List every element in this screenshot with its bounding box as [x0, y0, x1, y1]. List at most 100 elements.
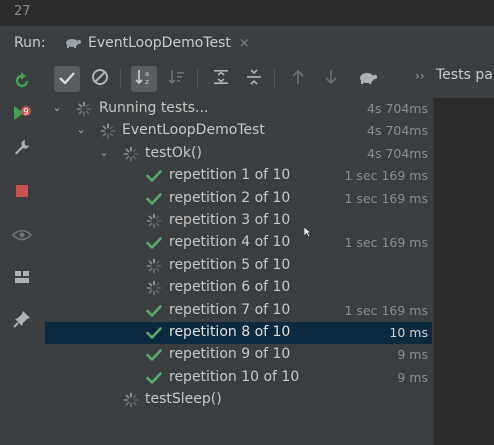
- tree-row-duration: 10 ms: [389, 325, 428, 340]
- tree-row-label: testOk(): [145, 144, 202, 161]
- toolbar-separator: [120, 69, 121, 89]
- turtle-icon: [358, 69, 378, 89]
- pin-icon[interactable]: [11, 308, 33, 330]
- check-icon: [145, 167, 163, 185]
- next-failed-button[interactable]: [318, 66, 344, 92]
- check-icon: [145, 369, 163, 387]
- tree-row-duration: 1 sec 169 ms: [344, 235, 429, 251]
- tree-row-label: repetition 7 of 10: [169, 301, 291, 318]
- stop-circle-icon: [91, 68, 109, 90]
- tree-row-label: repetition 10 of 10: [169, 368, 300, 385]
- top-strip: 27: [0, 0, 494, 26]
- collapse-all-button[interactable]: [241, 66, 267, 92]
- rerun-failed-icon[interactable]: 9: [11, 102, 33, 124]
- close-icon[interactable]: ×: [239, 36, 250, 51]
- tree-row-suite[interactable]: ⌄ EventLoopDemoTest 4s 704ms: [45, 120, 432, 142]
- spinner-icon: [122, 391, 140, 409]
- spinner-icon: [122, 145, 140, 163]
- tree-row-running-tests[interactable]: ⌄ Running tests... 4s 704ms: [45, 98, 432, 120]
- tree-row-duration: 1 sec 169 ms: [344, 190, 429, 206]
- chevron-down-icon[interactable]: ⌄: [75, 123, 87, 137]
- show-ignored-button[interactable]: [87, 66, 113, 92]
- sort-duration-icon: [168, 68, 186, 90]
- svg-text:9: 9: [23, 108, 29, 118]
- toolbar-separator: [197, 69, 198, 89]
- run-label: Run:: [14, 35, 46, 51]
- expand-all-button[interactable]: [208, 66, 234, 92]
- wrench-icon[interactable]: [11, 136, 33, 158]
- svg-text:a: a: [145, 70, 149, 78]
- sort-alpha-icon: a z: [135, 68, 153, 90]
- tree-row-label: testSleep(): [145, 391, 222, 408]
- spinner-icon: [99, 122, 117, 140]
- chevron-down-icon[interactable]: ⌄: [98, 146, 110, 160]
- tree-row-repetition[interactable]: repetition 4 of 10 1 sec 169 ms: [45, 232, 432, 254]
- stop-icon[interactable]: [11, 180, 33, 202]
- spinner-icon: [145, 257, 163, 275]
- run-tab[interactable]: EventLoopDemoTest ×: [58, 26, 260, 60]
- check-icon: [145, 190, 163, 208]
- mouse-cursor-icon: [303, 222, 312, 238]
- tree-row-test[interactable]: ⌄ testOk() 4s 704ms: [45, 143, 432, 165]
- toolbar-separator: [274, 69, 275, 89]
- check-icon: [145, 346, 163, 364]
- spinner-icon: [75, 100, 93, 118]
- slow-tests-button[interactable]: [355, 66, 381, 92]
- tree-row-duration: 4s 704ms: [367, 101, 428, 116]
- tree-row-repetition[interactable]: repetition 3 of 10: [45, 210, 432, 232]
- tree-row-repetition[interactable]: repetition 2 of 10 1 sec 169 ms: [45, 188, 432, 210]
- left-action-bar: 9: [0, 60, 46, 445]
- run-tab-title: EventLoopDemoTest: [88, 35, 231, 51]
- tree-row-repetition[interactable]: repetition 7 of 10 1 sec 169 ms: [45, 300, 432, 322]
- tree-row-duration: 1 sec 169 ms: [344, 302, 429, 318]
- arrow-down-icon: [324, 69, 338, 89]
- tree-row-repetition[interactable]: repetition 10 of 10 9 ms: [45, 367, 432, 389]
- tree-row-repetition[interactable]: repetition 9 of 10 9 ms: [45, 344, 432, 366]
- spinner-icon: [145, 212, 163, 230]
- spinner-icon: [145, 279, 163, 297]
- tree-row-duration: 4s 704ms: [367, 145, 428, 161]
- tree-row-label: repetition 8 of 10: [169, 324, 291, 340]
- tree-row-label: repetition 3 of 10: [169, 212, 291, 228]
- tree-row-test[interactable]: testSleep(): [45, 389, 432, 411]
- sort-alphabetically-button[interactable]: a z: [131, 66, 157, 92]
- turtle-icon: [64, 34, 82, 53]
- previous-failed-button[interactable]: [285, 66, 311, 92]
- check-icon: [145, 324, 163, 342]
- rerun-icon[interactable]: [11, 70, 33, 92]
- test-runner-toolbar: a z ›› Tests pa: [45, 60, 494, 98]
- tree-row-duration: 4s 704ms: [367, 123, 428, 139]
- tree-row-label: repetition 2 of 10: [169, 189, 291, 206]
- line-number: 27: [14, 4, 31, 19]
- chevron-down-icon[interactable]: ⌄: [51, 101, 63, 115]
- run-tool-window-header: Run: EventLoopDemoTest ×: [0, 26, 494, 61]
- check-icon: [145, 234, 163, 252]
- check-icon: [145, 302, 163, 320]
- expand-all-icon: [212, 68, 230, 90]
- layout-icon[interactable]: [11, 266, 33, 288]
- show-passed-button[interactable]: [54, 66, 80, 92]
- sort-by-duration-button[interactable]: [164, 66, 190, 92]
- tree-row-label: EventLoopDemoTest: [122, 122, 265, 139]
- tree-row-duration: 9 ms: [397, 369, 428, 385]
- test-results-tree: ⌄ Running tests... 4s 704ms ⌄ EventLoopD…: [45, 98, 432, 445]
- tree-row-label: repetition 9 of 10: [169, 346, 291, 363]
- arrow-up-icon: [291, 69, 305, 89]
- tree-row-repetition[interactable]: repetition 1 of 10 1 sec 169 ms: [45, 165, 432, 187]
- tests-status-label: Tests pa: [436, 67, 493, 83]
- tree-row-label: repetition 6 of 10: [169, 279, 291, 296]
- tree-row-repetition[interactable]: repetition 6 of 10: [45, 277, 432, 299]
- more-actions-icon[interactable]: ››: [415, 69, 425, 83]
- collapse-all-icon: [245, 68, 263, 90]
- tree-row-label: repetition 4 of 10: [169, 234, 291, 251]
- eye-icon[interactable]: [11, 224, 33, 246]
- console-output-pane[interactable]: [433, 98, 494, 445]
- tree-row-repetition[interactable]: repetition 5 of 10: [45, 255, 432, 277]
- svg-text:z: z: [145, 78, 149, 86]
- tree-row-duration: 1 sec 169 ms: [344, 168, 429, 184]
- check-icon: [59, 70, 75, 89]
- tree-row-label: repetition 1 of 10: [169, 167, 291, 184]
- tree-row-repetition-selected[interactable]: repetition 8 of 10 10 ms: [45, 322, 432, 344]
- tree-row-label: repetition 5 of 10: [169, 256, 291, 273]
- tree-row-duration: 9 ms: [397, 347, 428, 363]
